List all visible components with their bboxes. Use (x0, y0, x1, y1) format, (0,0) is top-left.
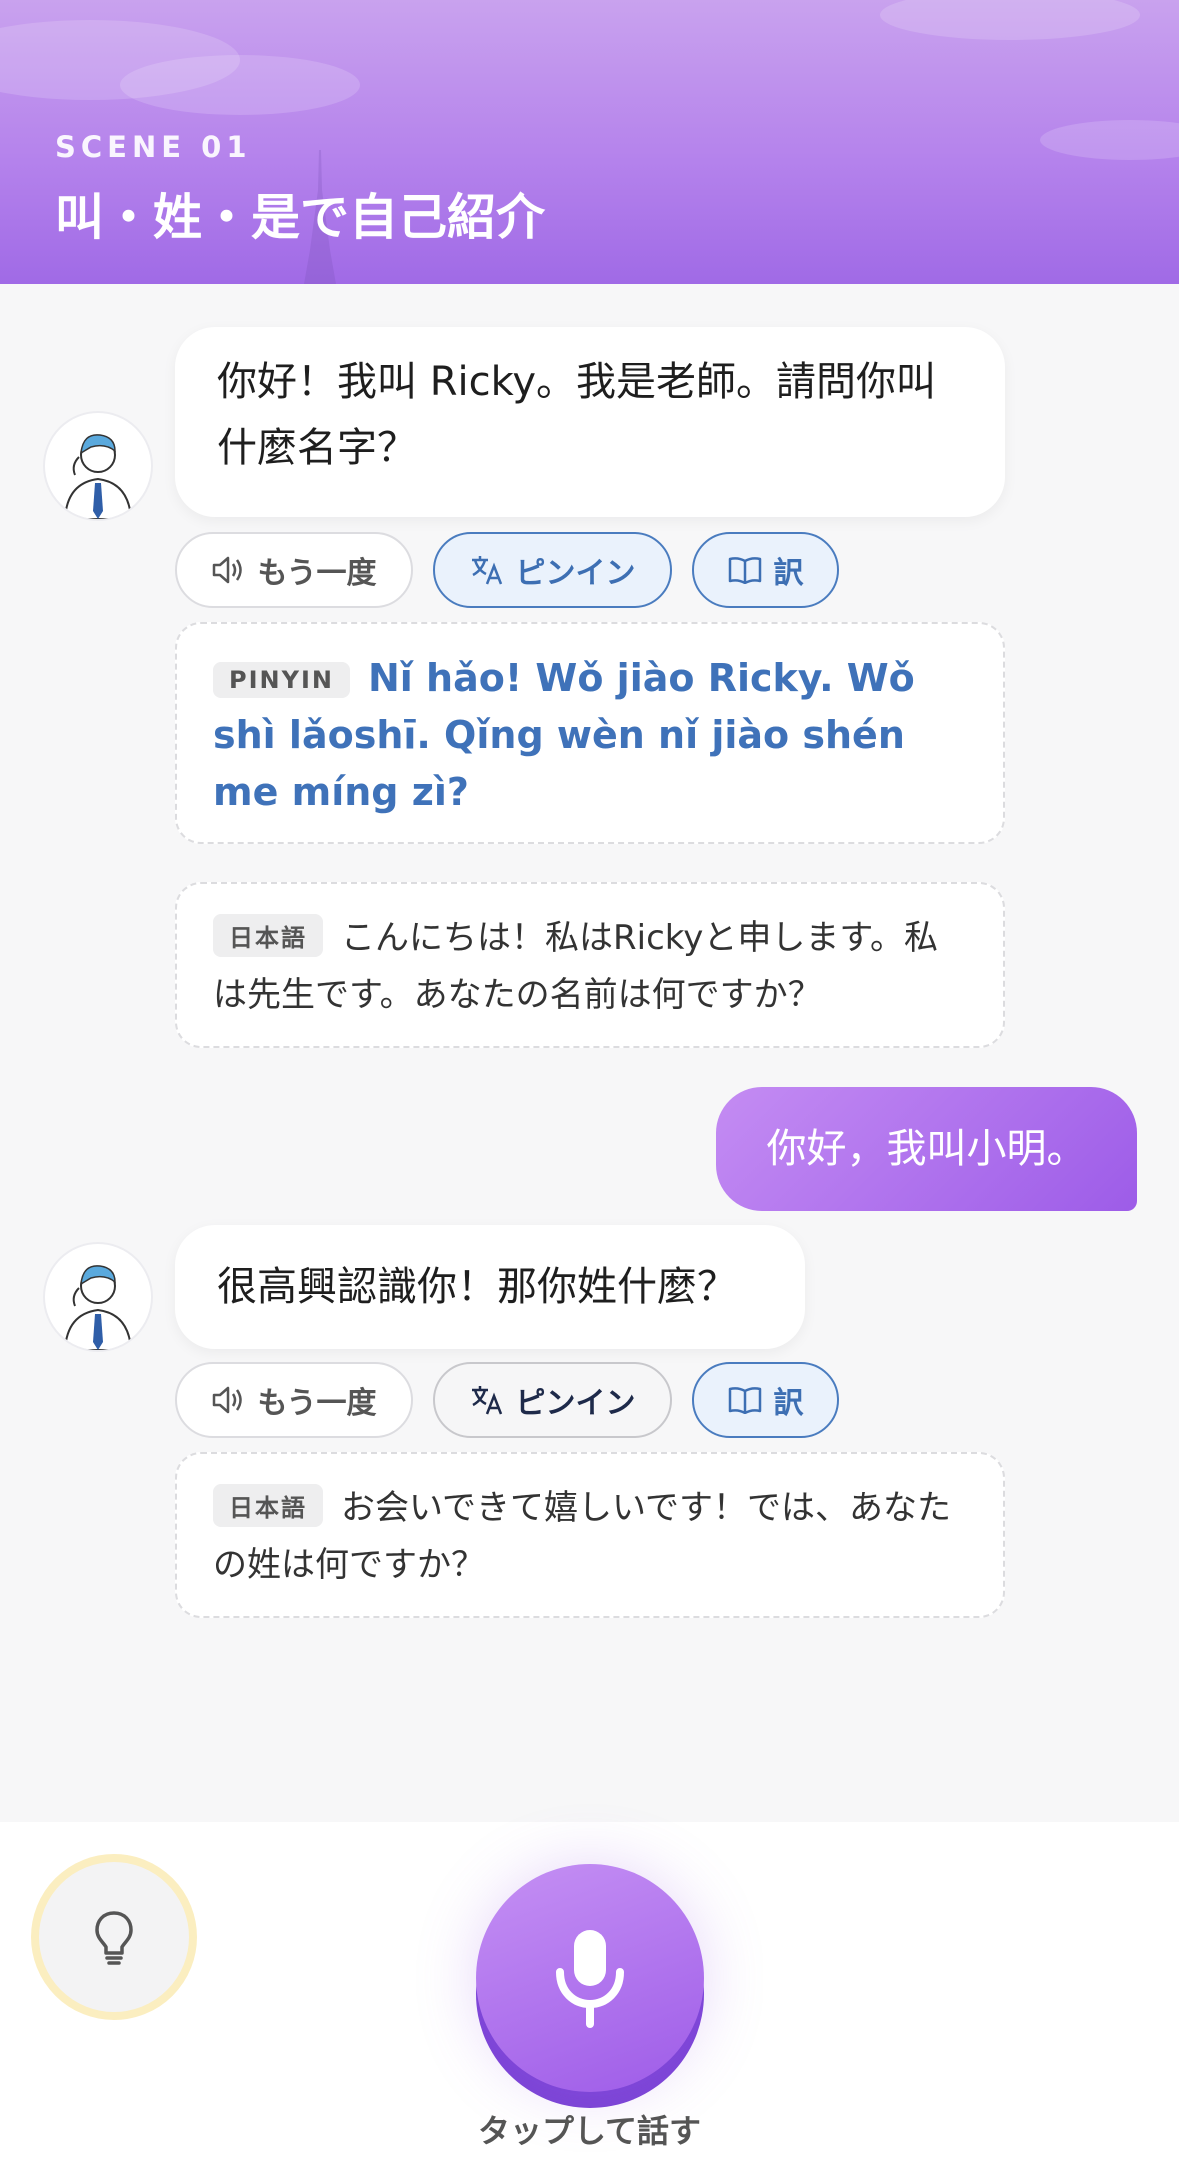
japanese-translation-panel: 日本語 こんにちは！私はRickyと申します。私は先生です。あなたの名前は何ですか… (175, 882, 1005, 1048)
pinyin-toggle-button[interactable]: ピンイン (433, 1362, 672, 1438)
pinyin-panel: PINYIN Nǐ hǎo! Wǒ jiào Ricky. Wǒ shì lǎos… (175, 622, 1005, 844)
replay-label: もう一度 (257, 556, 377, 591)
translate-toggle-button[interactable]: 訳 (692, 532, 839, 608)
translate-label: 訳 (773, 1386, 804, 1421)
book-icon (728, 1387, 761, 1414)
lightbulb-icon (95, 1911, 133, 1965)
replay-button[interactable]: もう一度 (175, 1362, 413, 1438)
hint-button[interactable] (31, 1854, 197, 2020)
mic-label: タップして話す (477, 2112, 702, 2150)
pinyin-toggle-button[interactable]: ピンイン (433, 532, 672, 608)
japanese-text: お会いできて嬉しいです！では、あなたの姓は何ですか？ (213, 1488, 951, 1585)
user-message-bubble: 你好，我叫小明。 (716, 1087, 1137, 1211)
scene-title: 叫・姓・是で自己紹介 (55, 189, 546, 246)
bot-message-text: 很高興認識你！那你姓什麼？ (217, 1264, 737, 1310)
pinyin-label: ピンイン (515, 556, 636, 591)
japanese-tag: 日本語 (213, 1484, 323, 1527)
japanese-tag: 日本語 (213, 914, 323, 957)
microphone-button[interactable] (476, 1864, 704, 2092)
speaker-icon (213, 1386, 243, 1414)
japanese-translation-panel: 日本語 お会いできて嬉しいです！では、あなたの姓は何ですか？ (175, 1452, 1005, 1618)
scene-number: SCENE 01 (55, 130, 252, 164)
pinyin-label: ピンイン (515, 1386, 636, 1421)
speaker-icon (213, 556, 243, 584)
teacher-avatar (43, 1242, 153, 1352)
user-message-text: 你好，我叫小明。 (766, 1126, 1087, 1172)
book-icon (728, 557, 761, 584)
scene-header: SCENE 01 叫・姓・是で自己紹介 (0, 0, 1179, 284)
translate-icon (471, 1386, 502, 1415)
microphone-icon (556, 1930, 624, 2028)
bot-message-text: 你好！我叫 Ricky。我是老師。請問你叫什麼名字？ (217, 359, 937, 471)
teacher-avatar (43, 411, 153, 521)
translate-icon (471, 556, 502, 585)
replay-button[interactable]: もう一度 (175, 532, 413, 608)
bot-message-bubble: 你好！我叫 Ricky。我是老師。請問你叫什麼名字？ (175, 327, 1005, 517)
replay-label: もう一度 (257, 1386, 377, 1421)
pinyin-tag: PINYIN (213, 662, 350, 698)
translate-label: 訳 (773, 556, 804, 591)
translate-toggle-button[interactable]: 訳 (692, 1362, 839, 1438)
bot-message-bubble: 很高興認識你！那你姓什麼？ (175, 1225, 805, 1349)
